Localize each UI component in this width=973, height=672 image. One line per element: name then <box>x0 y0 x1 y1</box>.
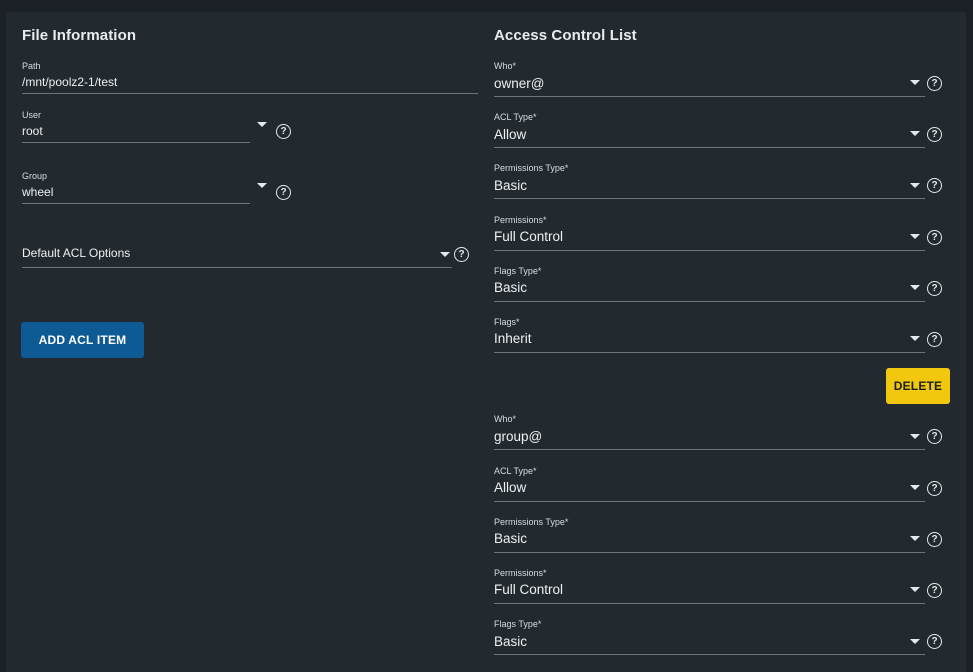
entry2-permissions-type-value: Basic <box>494 531 528 546</box>
entry2-flags-type-underline <box>494 654 925 655</box>
entry1-permissions-select[interactable]: Permissions* Full Control <box>494 215 925 251</box>
entry1-flags-type-help-icon[interactable]: ? <box>927 281 942 296</box>
entry2-permissions-type-underline <box>494 552 925 553</box>
entry2-flags-type-label: Flags Type* <box>494 619 542 629</box>
path-label: Path <box>22 61 41 71</box>
entry1-permissions-caret-down-icon[interactable] <box>910 234 920 239</box>
entry1-flags-type-underline <box>494 301 925 302</box>
entry2-flags-type-caret-down-icon[interactable] <box>910 639 920 644</box>
entry2-acl-type-caret-down-icon[interactable] <box>910 485 920 490</box>
group-caret-down-icon[interactable] <box>257 183 267 188</box>
entry2-who-underline <box>494 449 925 450</box>
entry2-who-caret-down-icon[interactable] <box>910 434 920 439</box>
entry2-permissions-underline <box>494 603 925 604</box>
entry2-permissions-type-label: Permissions Type* <box>494 517 569 527</box>
entry1-permissions-type-caret-down-icon[interactable] <box>910 183 920 188</box>
entry1-flags-caret-down-icon[interactable] <box>910 336 920 341</box>
entry2-flags-type-help-icon[interactable]: ? <box>927 634 942 649</box>
path-field: Path /mnt/poolz2-1/test <box>22 61 478 95</box>
entry2-permissions-select[interactable]: Permissions* Full Control <box>494 568 925 604</box>
entry2-flags-type-select[interactable]: Flags Type* Basic <box>494 619 925 655</box>
entry1-permissions-type-value: Basic <box>494 178 528 193</box>
entry1-acl-type-caret-down-icon[interactable] <box>910 131 920 136</box>
entry1-flags-type-value: Basic <box>494 280 528 295</box>
entry1-flags-underline <box>494 352 925 353</box>
user-underline <box>22 142 250 143</box>
group-value: wheel <box>22 185 54 199</box>
entry1-permissions-underline <box>494 250 925 251</box>
entry2-acl-type-help-icon[interactable]: ? <box>927 481 942 496</box>
entry2-permissions-label: Permissions* <box>494 568 547 578</box>
entry1-who-caret-down-icon[interactable] <box>910 80 920 85</box>
entry2-permissions-caret-down-icon[interactable] <box>910 587 920 592</box>
add-acl-item-button[interactable]: ADD ACL ITEM <box>21 322 144 358</box>
entry1-acl-type-select[interactable]: ACL Type* Allow <box>494 112 925 148</box>
entry1-flags-type-caret-down-icon[interactable] <box>910 285 920 290</box>
entry1-permissions-type-label: Permissions Type* <box>494 163 569 173</box>
group-label: Group <box>22 171 48 181</box>
group-underline <box>22 203 250 204</box>
user-value: root <box>22 124 43 138</box>
entry2-permissions-value: Full Control <box>494 582 564 597</box>
entry2-flags-type-value: Basic <box>494 634 528 649</box>
entry1-flags-type-label: Flags Type* <box>494 266 542 276</box>
user-label: User <box>22 110 42 120</box>
default-acl-options-underline <box>22 267 452 268</box>
user-select[interactable]: User root <box>22 110 250 144</box>
entry1-who-value: owner@ <box>494 76 545 91</box>
default-acl-options-select[interactable]: Default ACL Options <box>22 245 452 269</box>
entry1-flags-help-icon[interactable]: ? <box>927 332 942 347</box>
entry1-permissions-label: Permissions* <box>494 215 547 225</box>
access-control-list-heading: Access Control List <box>494 27 637 44</box>
entry1-permissions-type-select[interactable]: Permissions Type* Basic <box>494 163 925 199</box>
entry2-who-help-icon[interactable]: ? <box>927 429 942 444</box>
user-caret-down-icon[interactable] <box>257 122 267 127</box>
file-information-heading: File Information <box>22 27 137 44</box>
user-help-icon[interactable]: ? <box>276 124 291 139</box>
default-acl-options-value: Default ACL Options <box>22 246 131 260</box>
entry2-acl-type-value: Allow <box>494 480 527 495</box>
entry1-permissions-help-icon[interactable]: ? <box>927 230 942 245</box>
entry1-flags-value: Inherit <box>494 331 532 346</box>
path-value: /mnt/poolz2-1/test <box>22 75 118 89</box>
entry2-who-value: group@ <box>494 429 543 444</box>
entry2-permissions-type-help-icon[interactable]: ? <box>927 532 942 547</box>
default-acl-caret-down-icon[interactable] <box>440 252 450 257</box>
entry1-acl-type-help-icon[interactable]: ? <box>927 127 942 142</box>
group-select[interactable]: Group wheel <box>22 171 250 205</box>
entry1-who-select[interactable]: Who* owner@ <box>494 61 925 97</box>
entry1-who-underline <box>494 96 925 97</box>
path-underline <box>22 93 478 94</box>
entry1-permissions-value: Full Control <box>494 229 564 244</box>
entry2-permissions-type-caret-down-icon[interactable] <box>910 536 920 541</box>
delete-acl-item-button[interactable]: DELETE <box>886 368 950 404</box>
entry2-permissions-type-select[interactable]: Permissions Type* Basic <box>494 517 925 553</box>
entry2-who-select[interactable]: Who* group@ <box>494 414 925 450</box>
group-help-icon[interactable]: ? <box>276 185 291 200</box>
entry1-acl-type-label: ACL Type* <box>494 112 537 122</box>
entry2-acl-type-label: ACL Type* <box>494 466 537 476</box>
entry1-permissions-type-underline <box>494 198 925 199</box>
entry2-who-label: Who* <box>494 414 517 424</box>
acl-editor-card: File Information Path /mnt/poolz2-1/test… <box>6 12 966 672</box>
entry1-acl-type-value: Allow <box>494 127 527 142</box>
entry1-who-help-icon[interactable]: ? <box>927 76 942 91</box>
entry1-permissions-type-help-icon[interactable]: ? <box>927 178 942 193</box>
entry1-flags-type-select[interactable]: Flags Type* Basic <box>494 266 925 302</box>
entry1-flags-label: Flags* <box>494 317 520 327</box>
default-acl-help-icon[interactable]: ? <box>454 247 469 262</box>
entry1-acl-type-underline <box>494 147 925 148</box>
entry2-acl-type-select[interactable]: ACL Type* Allow <box>494 466 925 502</box>
entry2-permissions-help-icon[interactable]: ? <box>927 583 942 598</box>
entry1-who-label: Who* <box>494 61 517 71</box>
entry2-acl-type-underline <box>494 501 925 502</box>
entry1-flags-select[interactable]: Flags* Inherit <box>494 317 925 353</box>
